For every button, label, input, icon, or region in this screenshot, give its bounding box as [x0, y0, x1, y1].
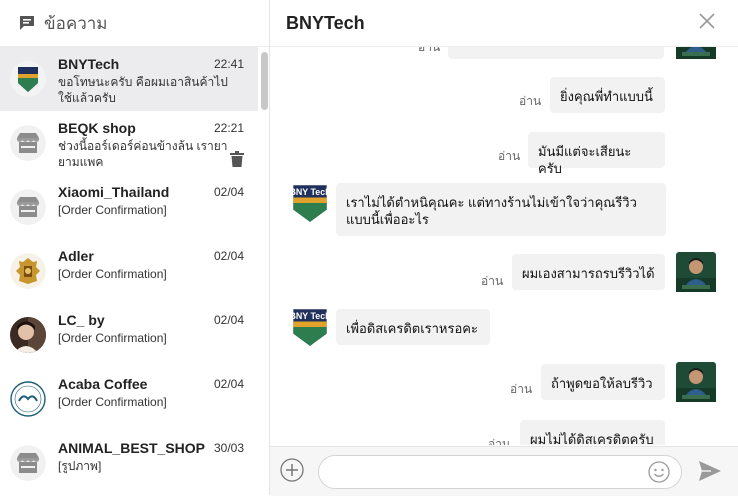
chat-panel: BNYTech อ่าน อ่าน ยิ่งคุณพี่ทำแบบนี้ อ่า… [270, 0, 738, 496]
conversation-item[interactable]: BNYTech 22:41 ขอโทษนะครับ คือผมเอาสินค้า… [0, 47, 258, 111]
message-bubble [448, 47, 664, 59]
bnytech-logo-icon [10, 61, 46, 97]
message-thread: อ่าน อ่าน ยิ่งคุณพี่ทำแบบนี้ อ่าน มันมีแ… [270, 47, 738, 445]
read-receipt: อ่าน [418, 47, 441, 54]
shop-icon [10, 189, 46, 225]
read-receipt: อ่าน [488, 437, 511, 445]
message-input[interactable] [318, 455, 682, 489]
bnytech-avatar-icon: BNY Tech [290, 309, 330, 346]
conversation-item[interactable]: Adler 02/04 [Order Confirmation] [0, 239, 258, 303]
conversation-preview: [Order Confirmation] [58, 331, 167, 345]
acaba-logo-icon [10, 381, 46, 417]
sidebar-title: ข้อความ [44, 13, 108, 33]
user-avatar-icon [676, 47, 716, 59]
sidebar-header: ข้อความ [0, 0, 269, 47]
shop-icon [10, 125, 46, 161]
conversation-preview: ขอโทษนะครับ คือผมเอาสินค้าไปใช้แล้วครับ [58, 75, 228, 105]
message-bubble: ผมเองสามารถรบรีวิวได้ [512, 254, 665, 290]
conversation-time: 02/04 [213, 313, 244, 327]
adler-logo-icon [10, 253, 46, 289]
user-avatar-icon [676, 252, 716, 292]
conversation-name: Xiaomi_Thailand [58, 184, 170, 200]
bnytech-avatar-text: BNY Tech [290, 311, 330, 321]
message-bubble: มันมีแต่จะเสียนะครับ [528, 132, 665, 176]
conversation-preview: [Order Confirmation] [58, 395, 167, 409]
message-composer [270, 446, 738, 496]
conversation-name: BEQK shop [58, 120, 136, 136]
photo-avatar-icon [10, 317, 46, 353]
read-receipt: อ่าน [510, 382, 533, 396]
conversation-sidebar: ข้อความ BNYTech 22:41 ขอโทษนะครับ คือผมเ… [0, 0, 270, 495]
close-icon[interactable] [698, 12, 716, 30]
conversation-item[interactable]: Xiaomi_Thailand 02/04 [Order Confirmatio… [0, 175, 258, 239]
message-bubble: ถ้าพูดขอให้ลบรีวิว [541, 364, 665, 400]
emoji-icon[interactable] [648, 461, 670, 483]
conversation-list-scrollbar[interactable] [261, 52, 268, 110]
conversation-time: 02/04 [213, 185, 244, 199]
read-receipt: อ่าน [481, 274, 504, 288]
conversation-preview: [Order Confirmation] [58, 267, 167, 281]
conversation-item[interactable]: ANIMAL_BEST_SHOP 30/03 [รูปภาพ] [0, 431, 258, 495]
conversation-name: Adler [58, 248, 94, 264]
conversation-preview: ช่วงนี้ออร์เดอร์ค่อนข้างล้น เรายายามแพค [58, 139, 228, 169]
conversation-item[interactable]: Acaba Coffee 02/04 [Order Confirmation] [0, 367, 258, 431]
chat-header: BNYTech [270, 0, 738, 47]
message-bubble: เราไม่ได้ตำหนิคุณคะ แต่ทางร้านไม่เข้าใจว… [336, 183, 666, 236]
message-bubble: ผมไม่ได้ดิสเครดิตครับ [520, 420, 665, 445]
conversation-preview: [รูปภาพ] [58, 459, 102, 473]
trash-icon[interactable] [230, 151, 244, 167]
conversation-time: 30/03 [213, 441, 244, 455]
conversation-preview: [Order Confirmation] [58, 203, 167, 217]
message-bubble: เพื่อดิสเครดิตเราหรอคะ [336, 309, 490, 345]
conversation-time: 02/04 [213, 377, 244, 391]
bnytech-avatar-text: BNY Tech [290, 187, 330, 197]
conversation-item[interactable]: BEQK shop 22:21 ช่วงนี้ออร์เดอร์ค่อนข้าง… [0, 111, 258, 175]
conversation-name: LC_ by [58, 312, 105, 328]
send-icon[interactable] [698, 460, 722, 482]
conversation-time: 02/04 [213, 249, 244, 263]
chat-title: BNYTech [286, 12, 365, 33]
conversation-item[interactable]: LC_ by 02/04 [Order Confirmation] [0, 303, 258, 367]
chat-icon [20, 16, 34, 30]
bnytech-avatar-icon: BNY Tech [290, 185, 330, 222]
conversation-name: Acaba Coffee [58, 376, 148, 392]
add-attachment-icon[interactable] [280, 458, 304, 482]
conversation-name: ANIMAL_BEST_SHOP [58, 440, 206, 456]
shop-icon [10, 445, 46, 481]
conversation-time: 22:41 [213, 57, 244, 71]
message-bubble: ยิ่งคุณพี่ทำแบบนี้ [550, 77, 665, 113]
conversation-time: 22:21 [213, 121, 244, 135]
conversation-list: BNYTech 22:41 ขอโทษนะครับ คือผมเอาสินค้า… [0, 47, 258, 495]
read-receipt: อ่าน [519, 94, 542, 108]
conversation-name: BNYTech [58, 56, 120, 72]
read-receipt: อ่าน [498, 149, 521, 163]
user-avatar-icon [676, 362, 716, 402]
